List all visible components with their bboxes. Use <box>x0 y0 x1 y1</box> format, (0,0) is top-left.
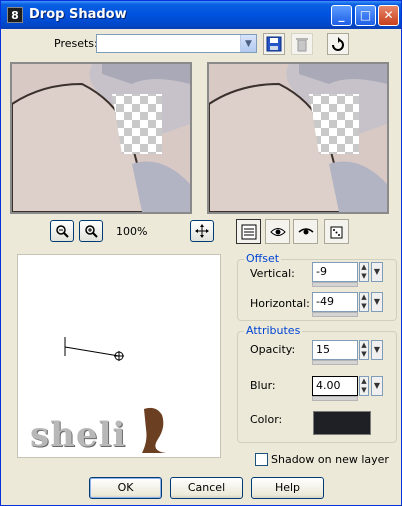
preview-toggle-button[interactable] <box>293 219 318 244</box>
shadow-on-new-layer-label: Shadow on new layer <box>271 453 389 466</box>
zoom-out-button[interactable] <box>50 220 74 242</box>
trash-icon <box>296 38 308 52</box>
after-preview-image <box>209 64 387 212</box>
before-preview-image <box>12 64 190 212</box>
presets-combo[interactable]: ▼ <box>96 34 257 53</box>
save-icon <box>266 36 282 52</box>
zoom-out-icon <box>56 225 69 238</box>
window-title: Drop Shadow <box>29 7 127 22</box>
opacity-spinner[interactable]: ▲ ▼ <box>359 340 369 360</box>
delete-preset-button[interactable] <box>291 33 313 55</box>
horizontal-dropdown[interactable]: ▼ <box>371 292 383 312</box>
app-icon: 8 <box>7 7 23 23</box>
close-button[interactable]: ✕ <box>378 5 399 26</box>
vertical-slider[interactable] <box>312 282 358 287</box>
opacity-input[interactable]: 15 <box>312 340 358 360</box>
watermark-logo: sheli <box>30 415 127 455</box>
opacity-dropdown[interactable]: ▼ <box>371 340 383 360</box>
blur-spinner[interactable]: ▲ ▼ <box>359 376 369 396</box>
horizontal-input[interactable]: -49 <box>312 292 358 312</box>
maximize-button[interactable]: □ <box>355 5 376 26</box>
dice-icon <box>330 226 342 238</box>
zoom-level: 100% <box>116 225 148 238</box>
presets-label: Presets: <box>54 37 98 50</box>
blur-input[interactable]: 4.00 <box>312 376 358 396</box>
cancel-button[interactable]: Cancel <box>170 477 243 499</box>
offset-canvas[interactable]: sheli <box>17 254 221 458</box>
move-icon <box>195 224 209 238</box>
zoom-in-icon <box>85 225 98 238</box>
vertical-spinner[interactable]: ▲ ▼ <box>359 262 369 282</box>
minimize-button[interactable]: _ <box>331 5 352 26</box>
opacity-label: Opacity: <box>250 343 296 356</box>
offset-title: Offset <box>244 252 282 265</box>
attributes-title: Attributes <box>244 324 303 337</box>
horizontal-slider[interactable] <box>312 312 358 317</box>
randomize-button[interactable] <box>324 219 349 244</box>
ok-button[interactable]: OK <box>89 477 162 499</box>
list-icon <box>241 224 256 239</box>
before-preview[interactable] <box>10 62 192 214</box>
drop-shadow-dialog: 8 Drop Shadow _ □ ✕ Presets: ▼ 100% shel… <box>0 0 402 506</box>
vertical-label: Vertical: <box>250 267 295 280</box>
proof-button[interactable] <box>265 219 290 244</box>
help-button[interactable]: Help <box>251 477 324 499</box>
vertical-input[interactable]: -9 <box>312 262 358 282</box>
blur-dropdown[interactable]: ▼ <box>371 376 383 396</box>
shadow-on-new-layer-checkbox[interactable] <box>255 453 268 466</box>
reset-arrow-icon <box>332 37 344 51</box>
blur-slider[interactable] <box>312 396 358 401</box>
zoom-in-button[interactable] <box>79 220 103 242</box>
after-preview[interactable] <box>207 62 389 214</box>
color-label: Color: <box>250 413 283 426</box>
save-preset-button[interactable] <box>263 33 285 55</box>
watermark-figure <box>142 407 166 453</box>
shadow-color-swatch[interactable] <box>313 411 371 435</box>
chevron-down-icon[interactable]: ▼ <box>240 35 256 52</box>
pan-button[interactable] <box>190 220 214 242</box>
auto-proof-button[interactable] <box>236 219 261 244</box>
horizontal-label: Horizontal: <box>250 297 310 310</box>
blur-label: Blur: <box>250 379 276 392</box>
horizontal-spinner[interactable]: ▲ ▼ <box>359 292 369 312</box>
eye-icon <box>269 227 286 236</box>
reset-button[interactable] <box>327 33 349 55</box>
opacity-slider[interactable] <box>312 360 358 365</box>
eye-icon-2 <box>298 227 313 234</box>
vertical-dropdown[interactable]: ▼ <box>371 262 383 282</box>
title-bar[interactable]: 8 Drop Shadow _ □ ✕ <box>1 1 401 29</box>
